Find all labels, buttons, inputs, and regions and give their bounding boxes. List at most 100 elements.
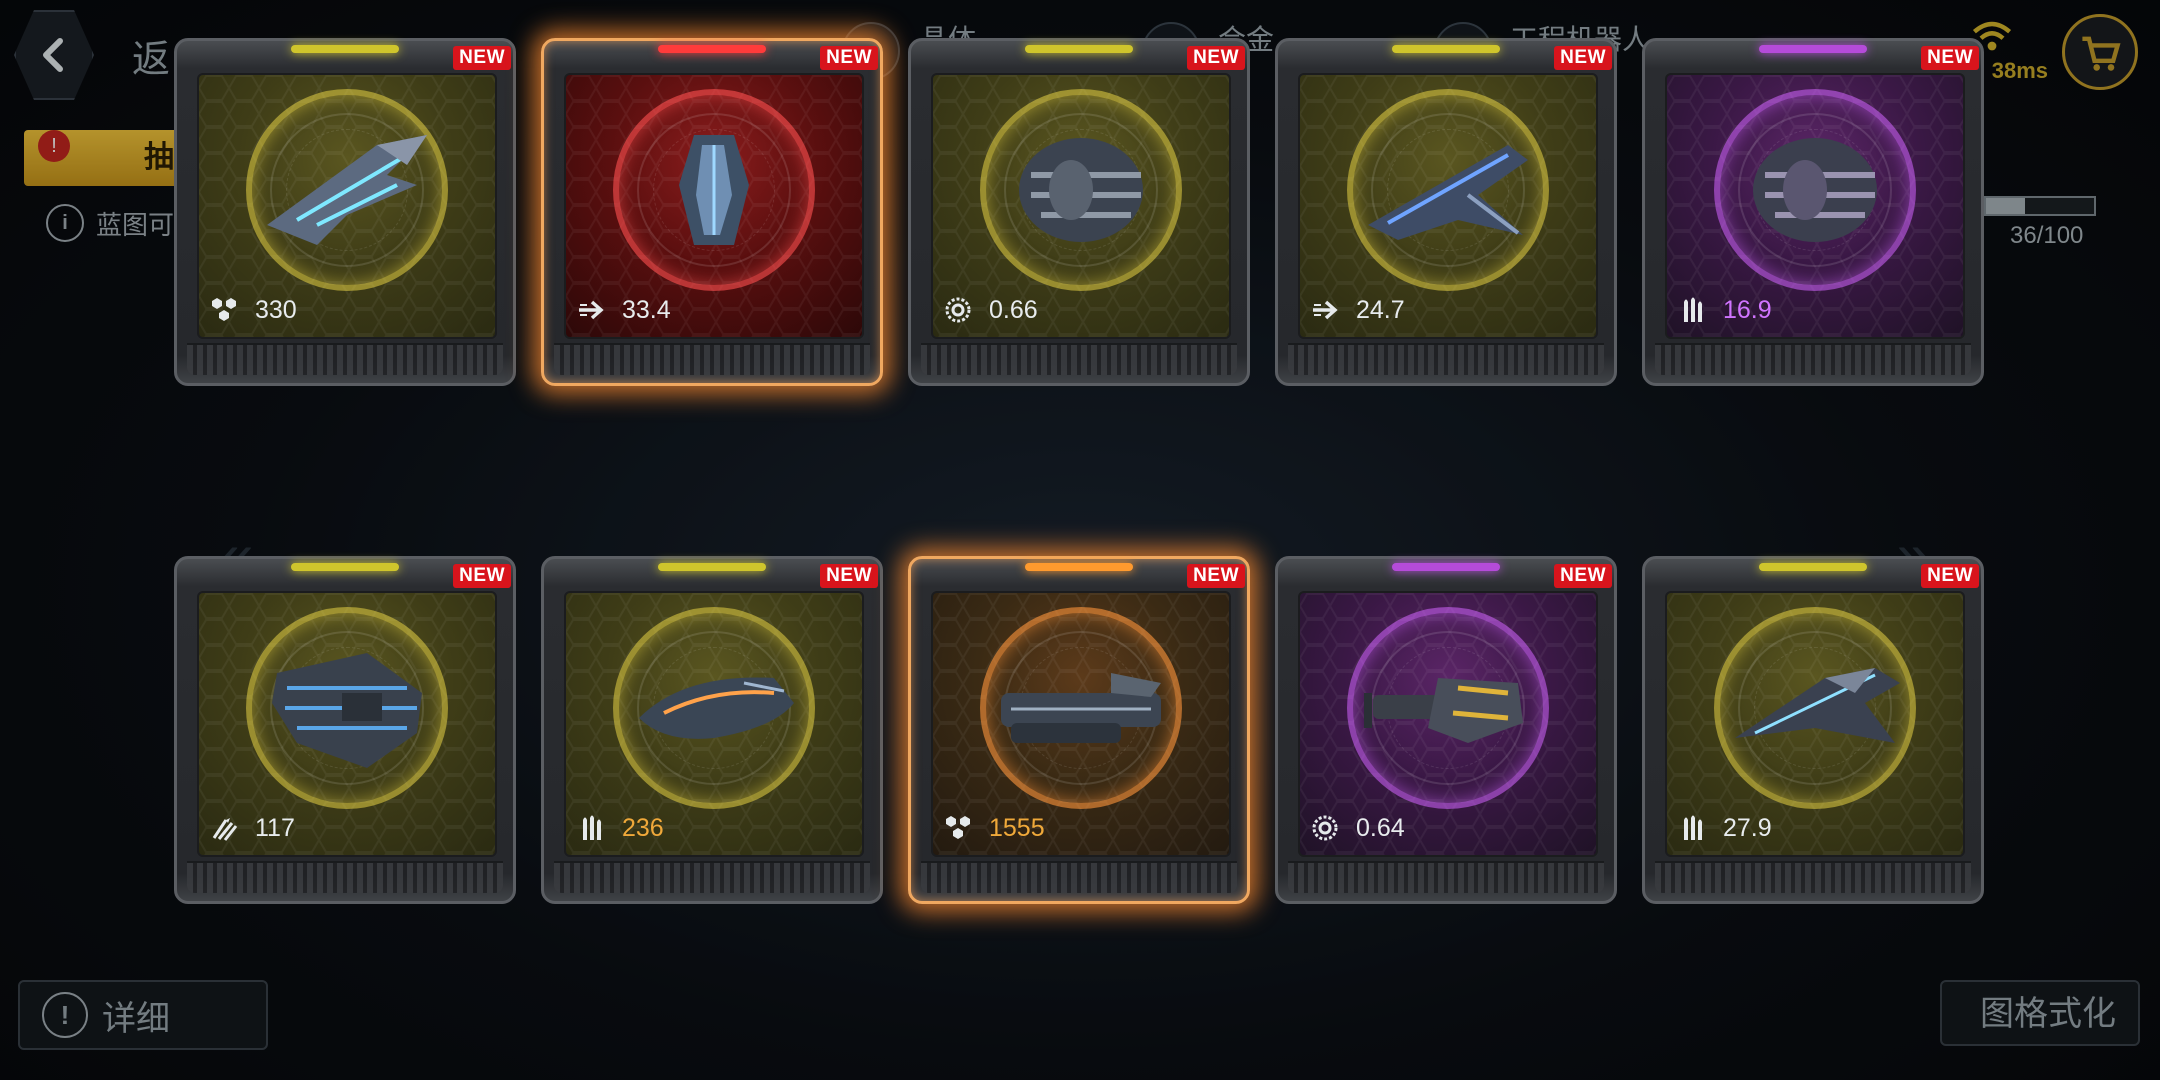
card-art-panel: 0.640.268.0% [1298, 591, 1598, 857]
reward-card[interactable]: NEW16.90.48.7% [1642, 38, 1984, 386]
hexes-icon [943, 813, 973, 843]
stat-row: 0.64 [1310, 805, 1590, 851]
stat-row: 117 [209, 805, 489, 851]
stat-value: 33.4 [622, 295, 671, 324]
rarity-bar [291, 45, 399, 53]
stat-row: 330 [209, 287, 489, 333]
stat-row: 0.17 [576, 851, 856, 855]
ship-image [1364, 678, 1523, 743]
stat-row: 27.9 [1677, 805, 1957, 851]
stat-row: 2609 [209, 851, 489, 855]
reward-card[interactable]: NEW3301.50.17狂热 [174, 38, 516, 386]
ship-image [1019, 138, 1143, 242]
stat-list: 16.90.48.7% [1677, 287, 1957, 337]
new-badge: NEW [1554, 46, 1612, 70]
card-art-panel: 15550.3717.8%能量盾 [931, 591, 1231, 857]
ship-image [1753, 138, 1877, 242]
gear-ring-icon [943, 295, 973, 325]
stat-list: 3301.50.17狂热 [209, 287, 489, 337]
reward-card[interactable]: NEW15550.3717.8%能量盾 [908, 556, 1250, 904]
stat-list: 15550.3717.8%能量盾 [943, 805, 1223, 855]
new-badge: NEW [1187, 46, 1245, 70]
hexes-icon [209, 295, 239, 325]
stat-row: 0.34 [943, 333, 1223, 337]
reward-card[interactable]: NEW2360.170.36能量盾 [541, 556, 883, 904]
stat-row: 33.4 [576, 287, 856, 333]
rarity-bar [1025, 563, 1133, 571]
stat-row: 0.37 [943, 851, 1223, 855]
rarity-bar [658, 45, 766, 53]
stat-row: 0.26 [1310, 851, 1590, 855]
stat-row: 388 [1677, 851, 1957, 855]
stat-row: 1.5 [209, 333, 489, 337]
card-art-panel: 0.660.349.7%能量盾 [931, 73, 1231, 339]
arrow-speed-icon [1310, 295, 1340, 325]
ship-image [267, 135, 427, 245]
stat-list: 24.715100.2能量盾 [1310, 287, 1590, 337]
ammo-icon [576, 813, 606, 843]
stat-value: 0.66 [989, 295, 1038, 324]
new-badge: NEW [820, 564, 878, 588]
card-footer-grill [1655, 861, 1971, 893]
frenzy-icon [209, 813, 239, 843]
stat-value: 16.9 [1723, 295, 1772, 324]
card-art-panel: 2360.170.36能量盾 [564, 591, 864, 857]
reward-card[interactable]: NEW11726090.18静电场 [174, 556, 516, 904]
card-art-panel: 27.93880.28治疗 [1665, 591, 1965, 857]
new-badge: NEW [1921, 564, 1979, 588]
stat-value: 236 [622, 813, 664, 842]
stat-row: 1510 [1310, 333, 1590, 337]
new-badge: NEW [453, 46, 511, 70]
gear-ring-icon [1310, 813, 1340, 843]
stat-value: 27.9 [1723, 813, 1772, 842]
rarity-bar [658, 563, 766, 571]
stat-list: 33.4940224.2%加速 [576, 287, 856, 337]
card-footer-grill [187, 861, 503, 893]
card-footer-grill [554, 343, 870, 375]
card-art-panel: 24.715100.2能量盾 [1298, 73, 1598, 339]
stat-value: 330 [255, 295, 297, 324]
stat-list: 0.640.268.0% [1310, 805, 1590, 855]
ammo-icon [1677, 295, 1707, 325]
reward-card[interactable]: NEW 24.715100.2能量盾 [1275, 38, 1617, 386]
ammo-icon [1677, 813, 1707, 843]
stat-value: 0.64 [1356, 813, 1405, 842]
new-badge: NEW [1921, 46, 1979, 70]
reward-card[interactable]: NEW33.4940224.2%加速 [541, 38, 883, 386]
ship-image [1735, 668, 1900, 743]
card-art-panel: 11726090.18静电场 [197, 591, 497, 857]
stat-list: 11726090.18静电场 [209, 805, 489, 855]
new-badge: NEW [820, 46, 878, 70]
stat-row: 16.9 [1677, 287, 1957, 333]
card-footer-grill [187, 343, 503, 375]
card-footer-grill [1288, 343, 1604, 375]
rarity-bar [1759, 45, 1867, 53]
ship-image [1368, 145, 1528, 240]
card-art-panel: 3301.50.17狂热 [197, 73, 497, 339]
card-footer-grill [1288, 861, 1604, 893]
stat-value: 117 [255, 813, 295, 842]
ship-image [639, 677, 794, 739]
arrow-speed-icon [576, 295, 606, 325]
card-footer-grill [921, 861, 1237, 893]
rarity-bar [1392, 45, 1500, 53]
ship-image [272, 653, 422, 768]
ship-image [679, 135, 749, 245]
stat-row: 0.4 [1677, 333, 1957, 337]
new-badge: NEW [453, 564, 511, 588]
rarity-bar [1759, 563, 1867, 571]
reward-card[interactable]: NEW27.93880.28治疗 [1642, 556, 1984, 904]
stat-row: 0.66 [943, 287, 1223, 333]
rarity-bar [1025, 45, 1133, 53]
stat-list: 2360.170.36能量盾 [576, 805, 856, 855]
stat-value: 1555 [989, 813, 1045, 842]
stat-list: 27.93880.28治疗 [1677, 805, 1957, 855]
card-art-panel: 33.4940224.2%加速 [564, 73, 864, 339]
reward-card[interactable]: NEW0.640.268.0% [1275, 556, 1617, 904]
stat-row: 9402 [576, 333, 856, 337]
reward-card[interactable]: NEW0.660.349.7%能量盾 [908, 38, 1250, 386]
rarity-bar [1392, 563, 1500, 571]
card-footer-grill [554, 861, 870, 893]
stat-row: 236 [576, 805, 856, 851]
new-badge: NEW [1554, 564, 1612, 588]
